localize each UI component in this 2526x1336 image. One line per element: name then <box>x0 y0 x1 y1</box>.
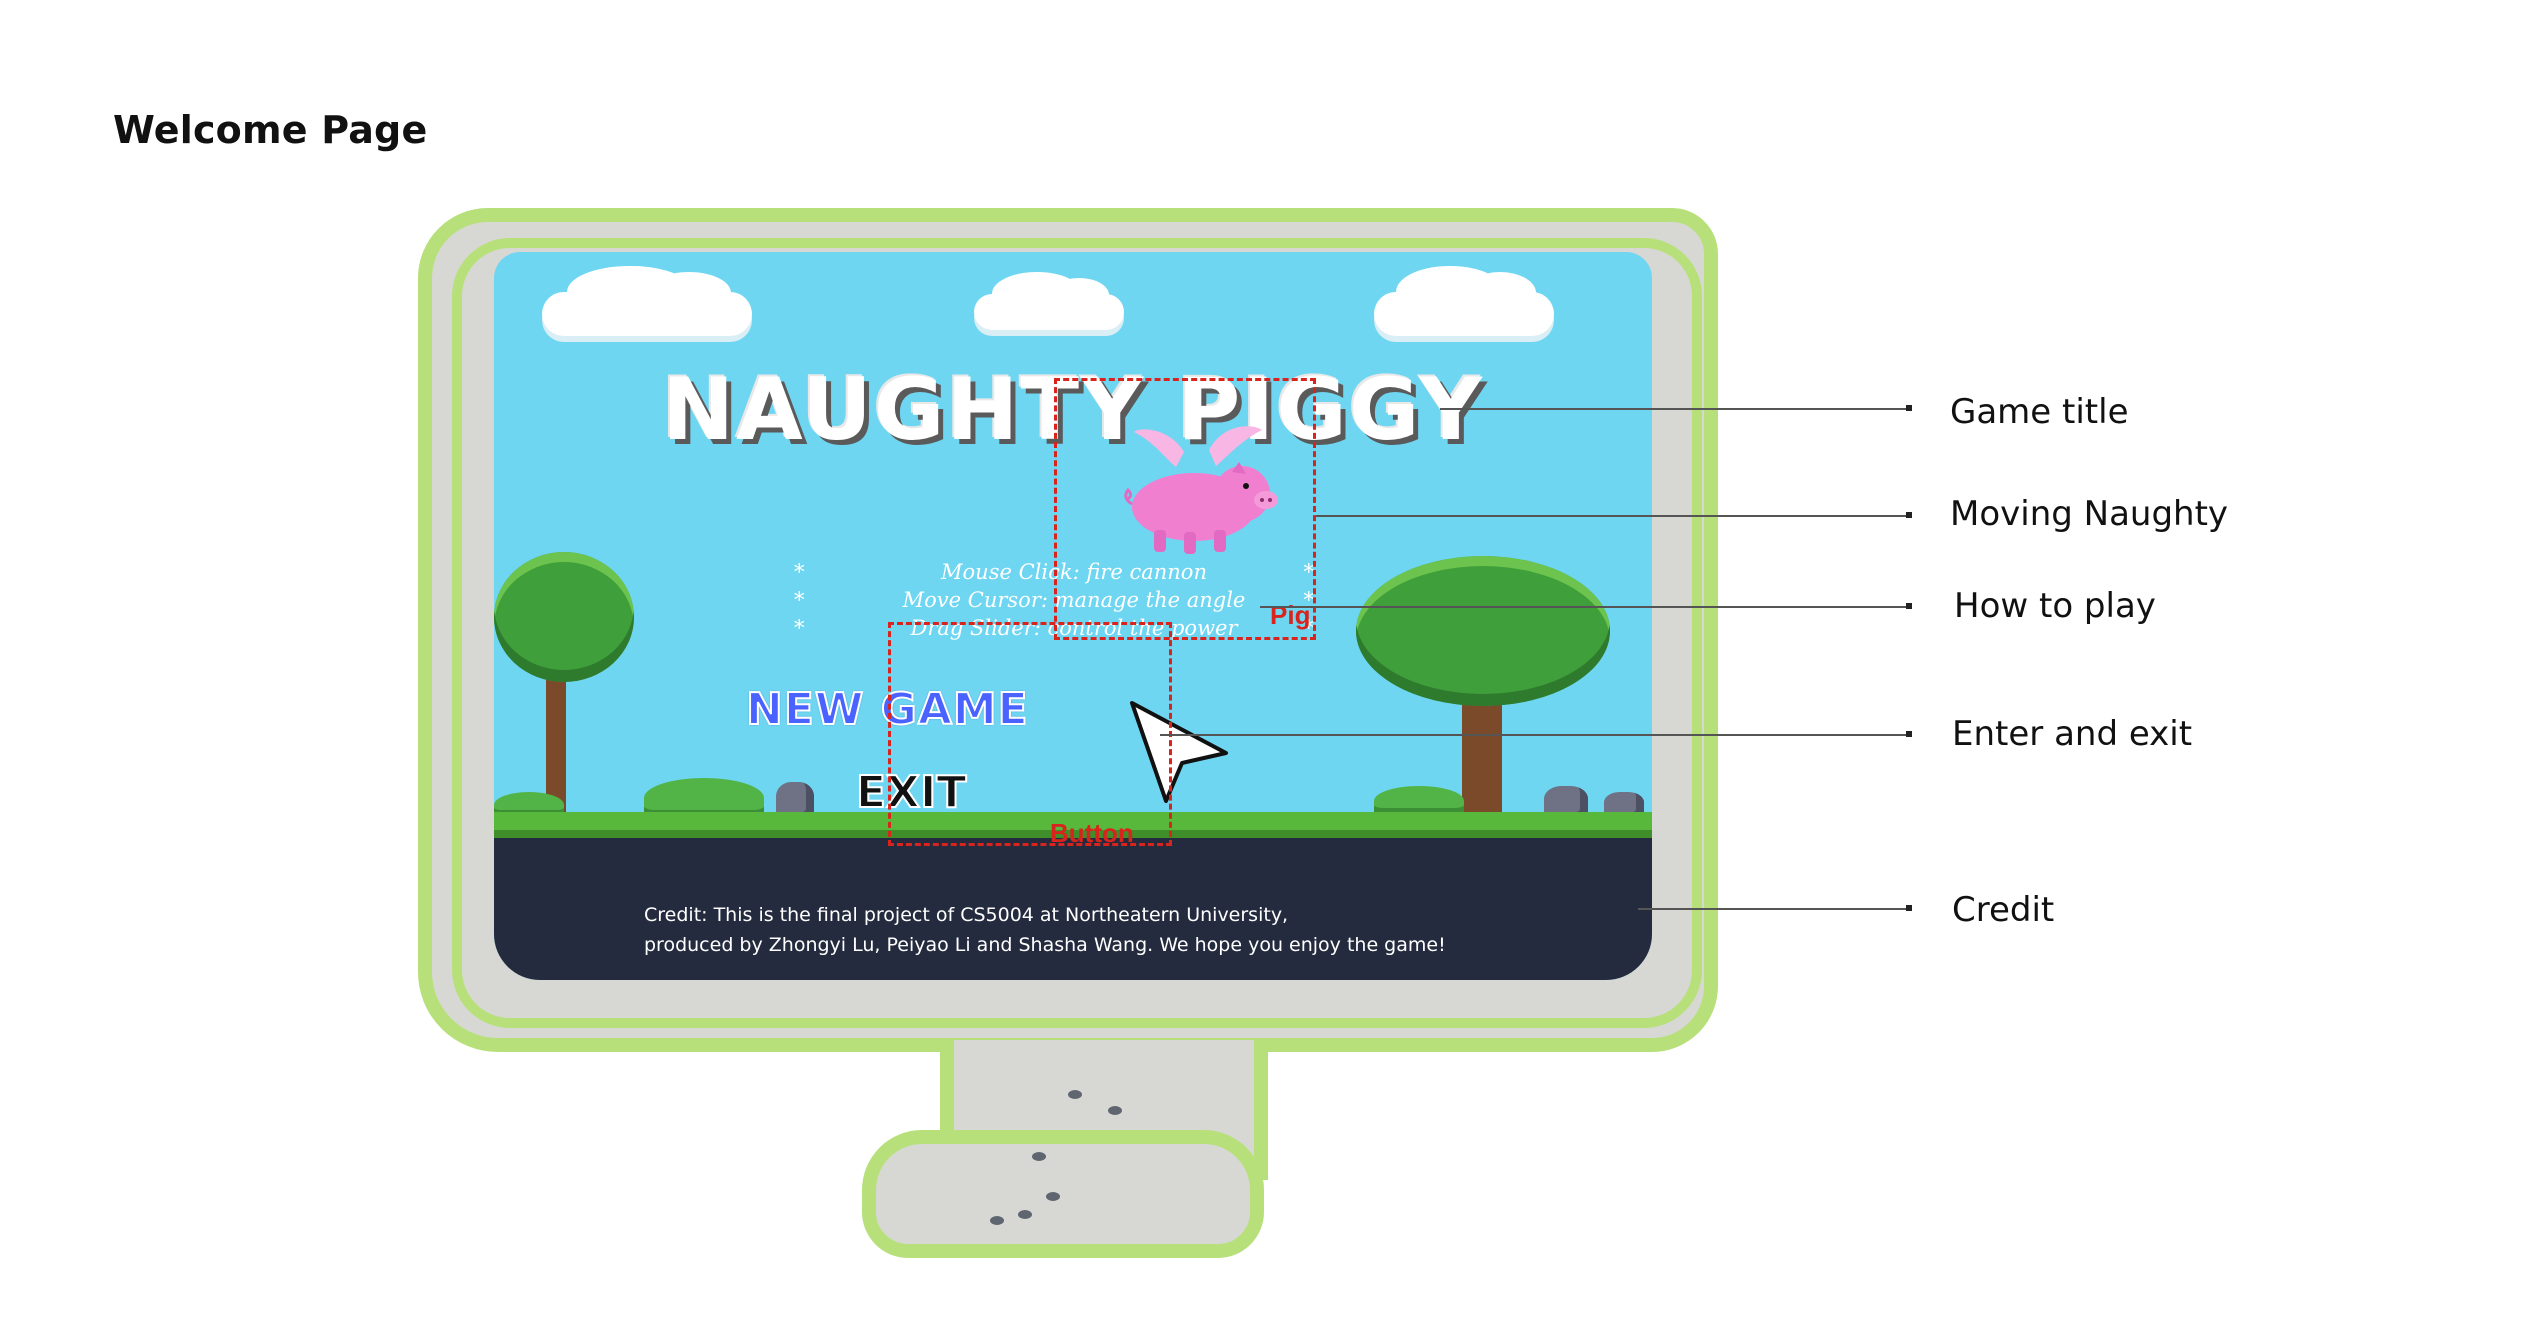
callout-line <box>1638 908 1910 910</box>
credit-text: Credit: This is the final project of CS5… <box>644 900 1544 960</box>
cloud <box>1374 265 1554 336</box>
stand-speck <box>1046 1192 1060 1201</box>
pig-annotation-label: Pig <box>1270 600 1311 630</box>
callout-dot <box>1906 405 1912 411</box>
callout-line <box>1260 606 1910 608</box>
cloud <box>542 265 752 336</box>
callout-enter-and-exit: Enter and exit <box>1952 714 2193 754</box>
tree-canopy <box>1356 556 1610 706</box>
tree-canopy <box>494 552 634 682</box>
game-screen: NAUGHTY PIGGY * Mouse Click: fire cannon… <box>494 252 1652 980</box>
bullet-star: * <box>794 588 805 612</box>
stand-speck <box>990 1216 1004 1225</box>
callout-dot <box>1906 603 1912 609</box>
credit-line: Credit: This is the final project of CS5… <box>644 904 1289 926</box>
stand-speck <box>1068 1090 1082 1099</box>
bullet-star: * <box>794 616 805 640</box>
callout-line <box>1160 734 1910 736</box>
stand-speck <box>1108 1106 1122 1115</box>
bullet-star: * <box>794 560 805 584</box>
callout-game-title: Game title <box>1950 392 2129 432</box>
cloud <box>974 272 1124 330</box>
callout-dot <box>1906 731 1912 737</box>
button-annotation-box <box>888 622 1172 846</box>
callout-credit: Credit <box>1952 890 2055 930</box>
stand-speck <box>1032 1152 1046 1161</box>
callout-line <box>1440 408 1910 410</box>
callout-moving-naughty: Moving Naughty <box>1950 494 2229 534</box>
callout-dot <box>1906 905 1912 911</box>
stand-speck <box>1018 1210 1032 1219</box>
page-heading: Welcome Page <box>113 108 428 152</box>
button-annotation-label: Button <box>1050 818 1134 848</box>
monitor-stand-base <box>862 1130 1264 1258</box>
callout-how-to-play: How to play <box>1954 586 2156 626</box>
callout-line <box>1316 515 1910 517</box>
credit-line: produced by Zhongyi Lu, Peiyao Li and Sh… <box>644 934 1446 956</box>
callout-dot <box>1906 512 1912 518</box>
